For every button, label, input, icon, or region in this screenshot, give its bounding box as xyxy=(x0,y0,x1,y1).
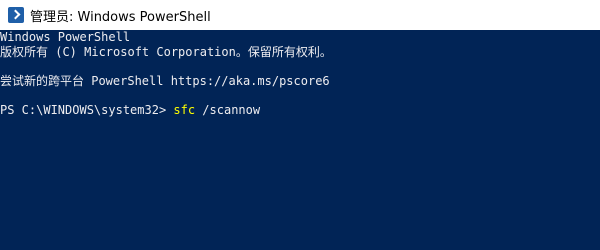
window-title: 管理员: Windows PowerShell xyxy=(30,9,211,25)
console-line: Windows PowerShell xyxy=(0,30,131,44)
powershell-icon xyxy=(8,7,24,23)
powershell-window: 管理员: Windows PowerShell Windows PowerShe… xyxy=(0,0,600,250)
command-name: sfc xyxy=(173,103,196,117)
command-argument: /scannow xyxy=(195,103,261,117)
title-bar[interactable]: 管理员: Windows PowerShell xyxy=(0,0,600,30)
command-line[interactable]: PS C:\WINDOWS\system32> sfc /scannow xyxy=(0,103,600,118)
prompt: PS C:\WINDOWS\system32> xyxy=(0,103,174,117)
console-line: 尝试新的跨平台 PowerShell https://aka.ms/pscore… xyxy=(0,74,330,88)
console-output[interactable]: Windows PowerShell 版权所有 (C) Microsoft Co… xyxy=(0,30,600,250)
console-line: 版权所有 (C) Microsoft Corporation。保留所有权利。 xyxy=(0,45,332,59)
